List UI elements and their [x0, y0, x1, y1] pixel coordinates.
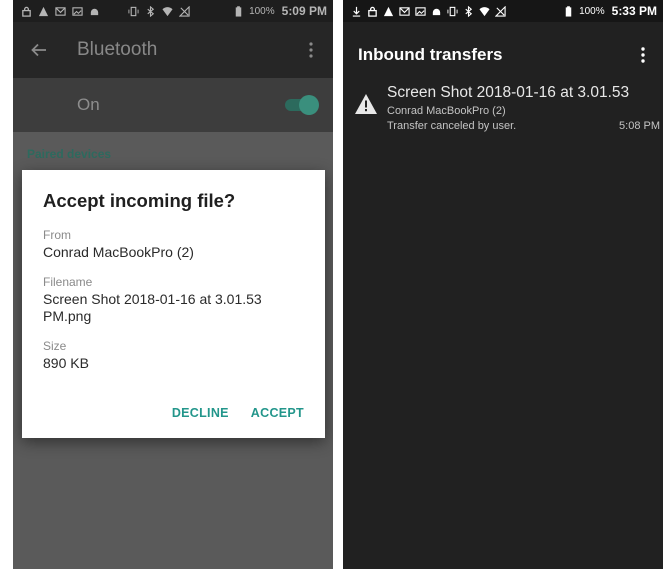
warning-icon [38, 6, 49, 17]
bluetooth-icon [463, 5, 474, 17]
more-options-icon[interactable] [631, 43, 655, 67]
battery-icon [233, 5, 244, 17]
list-item[interactable]: Screen Shot 2018-01-16 at 3.01.53 Conrad… [343, 84, 663, 136]
dialog-title: Accept incoming file? [43, 190, 236, 211]
image-icon [72, 6, 83, 17]
back-arrow-icon[interactable] [27, 38, 51, 62]
page-title: Bluetooth [77, 39, 158, 60]
decline-button[interactable]: DECLINE [172, 406, 229, 420]
battery-percent: 100% [249, 5, 275, 17]
vibrate-icon [447, 6, 458, 17]
incoming-file-dialog: Accept incoming file? From Conrad MacBoo… [22, 170, 325, 438]
transfer-time: 5:08 PM [619, 120, 660, 132]
clock: 5:09 PM [281, 4, 327, 18]
toggle-label: On [77, 95, 100, 114]
size-label: Size [43, 339, 67, 353]
battery-percent: 100% [579, 5, 605, 17]
lock-icon [367, 6, 378, 17]
clock: 5:33 PM [611, 4, 657, 18]
gmail-icon [55, 6, 66, 17]
android-icon [89, 6, 100, 17]
transfer-status: Transfer canceled by user. [387, 120, 517, 132]
wifi-icon [162, 6, 173, 17]
no-signal-icon [179, 5, 190, 17]
bluetooth-icon [145, 5, 156, 17]
gmail-icon [399, 6, 410, 17]
page-title: Inbound transfers [358, 45, 503, 64]
no-signal-icon [495, 5, 506, 17]
app-bar: Bluetooth [13, 22, 333, 78]
accept-button[interactable]: ACCEPT [251, 406, 304, 420]
status-bar: 100% 5:33 PM [343, 0, 663, 22]
bluetooth-screen: 100% 5:09 PM Bluetooth On Paired devices… [13, 0, 333, 569]
from-label: From [43, 228, 71, 242]
transfer-title: Screen Shot 2018-01-16 at 3.01.53 [387, 84, 630, 101]
bluetooth-switch[interactable] [283, 95, 319, 115]
download-icon [351, 6, 362, 17]
vibrate-icon [128, 6, 139, 17]
from-value: Conrad MacBookPro (2) [43, 244, 194, 260]
lock-icon [21, 6, 32, 17]
paired-devices-header: Paired devices [27, 147, 112, 161]
android-icon [431, 6, 442, 17]
inbound-transfers-screen: 100% 5:33 PM Inbound transfers Screen Sh… [343, 0, 663, 569]
app-bar: Inbound transfers [343, 22, 663, 88]
wifi-icon [479, 6, 490, 17]
filename-value: Screen Shot 2018-01-16 at 3.01.53 PM.png [43, 291, 262, 324]
image-icon [415, 6, 426, 17]
bluetooth-toggle-row[interactable]: On [13, 78, 333, 132]
size-value: 890 KB [43, 355, 89, 371]
warning-icon [383, 6, 394, 17]
status-bar: 100% 5:09 PM [13, 0, 333, 22]
transfer-device: Conrad MacBookPro (2) [387, 105, 506, 117]
filename-label: Filename [43, 275, 93, 289]
battery-icon [563, 5, 574, 17]
more-options-icon[interactable] [299, 38, 323, 62]
warning-icon [354, 93, 378, 115]
